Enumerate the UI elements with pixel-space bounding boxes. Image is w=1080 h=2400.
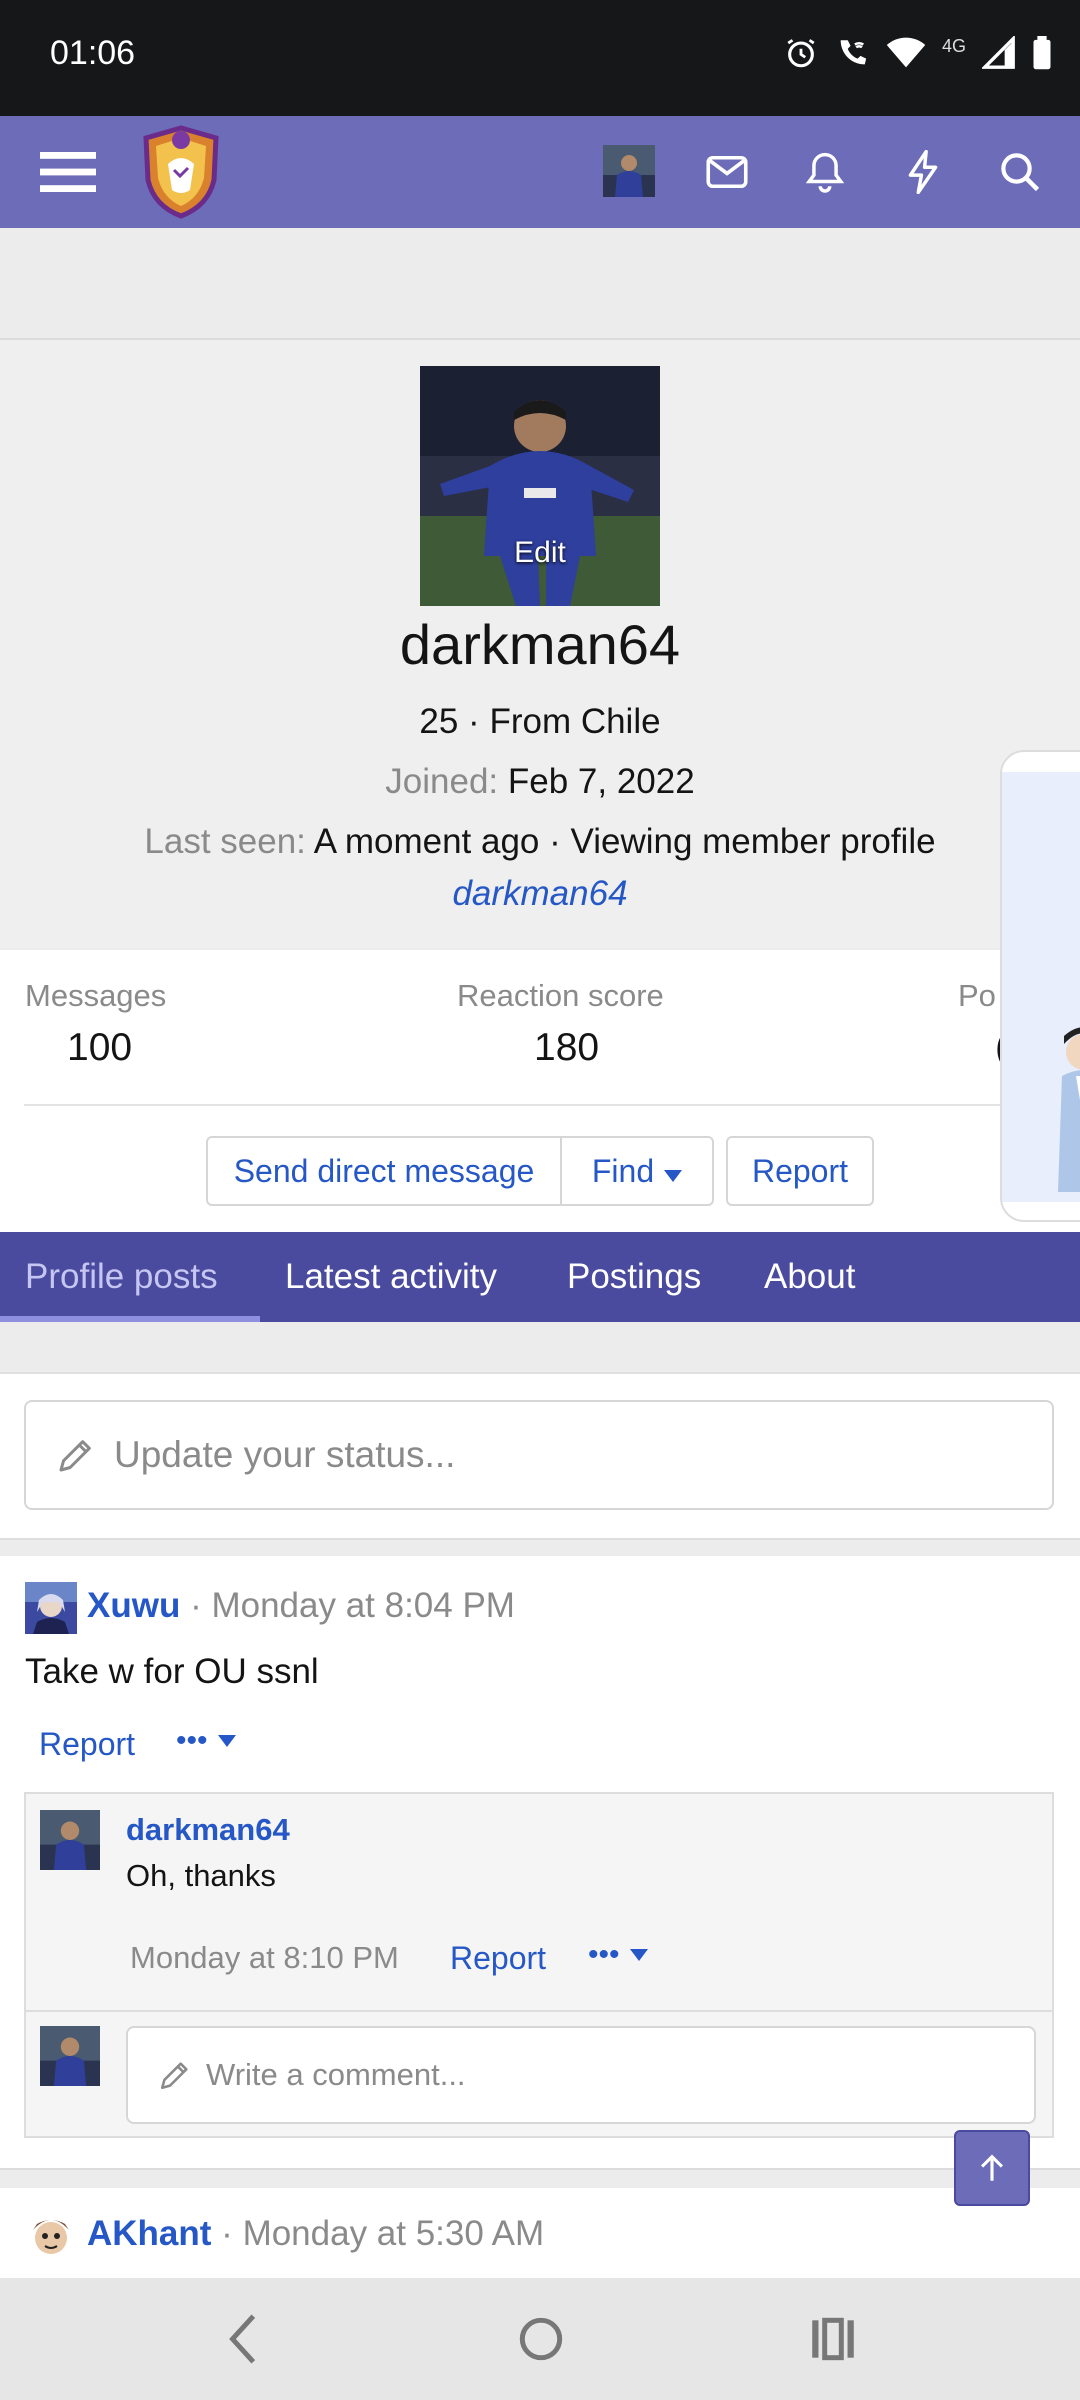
profile-age-location: 25 · From Chile <box>419 702 661 741</box>
home-icon[interactable] <box>516 2312 566 2371</box>
post-time[interactable]: Monday at 5:30 AM <box>243 2214 545 2253</box>
clock: 01:06 <box>50 34 136 72</box>
pencil-icon <box>56 1435 96 1475</box>
avatar-edit-label[interactable]: Edit <box>420 536 660 570</box>
status-bar: 01:06 4G <box>0 0 1080 116</box>
caret-down-icon <box>629 1949 648 1961</box>
stat-label-points: Po <box>958 978 996 1013</box>
profile-last-seen: Last seen: A moment ago · Viewing member… <box>0 822 1080 862</box>
wifi-call-icon <box>834 36 870 70</box>
comment-input[interactable]: Write a comment... <box>126 2026 1036 2124</box>
alarm-icon <box>784 36 818 70</box>
comment-time[interactable]: Monday at 8:10 PM <box>130 1940 399 1976</box>
post-separator: · <box>221 2214 243 2253</box>
comment-input-row: Write a comment... <box>26 2010 1052 2136</box>
status-update-section: Update your status... <box>0 1372 1080 1540</box>
more-dots-icon: ••• <box>588 1938 620 1971</box>
recents-icon[interactable] <box>808 2312 858 2371</box>
active-tab-indicator <box>0 1316 260 1322</box>
comment-author-link[interactable]: darkman64 <box>126 1812 290 1848</box>
system-nav-bar <box>0 2278 1080 2400</box>
back-icon[interactable] <box>220 2312 270 2371</box>
menu-icon[interactable] <box>36 140 100 204</box>
tab-profile-posts[interactable]: Profile posts <box>25 1232 218 1322</box>
post-header: AKhant · Monday at 5:30 AM <box>87 2214 544 2254</box>
status-input[interactable]: Update your status... <box>24 1400 1054 1510</box>
joined-value: Feb 7, 2022 <box>507 762 695 801</box>
search-icon[interactable] <box>988 140 1052 204</box>
comment-more-menu[interactable]: ••• <box>588 1938 648 1972</box>
joined-label: Joined: <box>385 762 499 801</box>
stat-value-messages[interactable]: 100 <box>67 1026 132 1070</box>
more-dots-icon: ••• <box>176 1724 208 1757</box>
profile-stats: Messages 100 Reaction score 180 Po ( Sen… <box>0 950 1080 1232</box>
stat-label-messages: Messages <box>25 978 167 1013</box>
last-seen-value: A moment ago · Viewing member profile <box>313 822 936 861</box>
profile-avatar[interactable] <box>420 366 660 606</box>
caret-down-icon <box>664 1153 683 1190</box>
comment-body: Oh, thanks <box>126 1858 276 1893</box>
profile-joined: Joined: Feb 7, 2022 <box>0 762 1080 802</box>
app-header <box>0 116 1080 228</box>
send-direct-message-button[interactable]: Send direct message <box>206 1136 562 1206</box>
bell-icon[interactable] <box>793 140 857 204</box>
post-author-link[interactable]: AKhant <box>87 2214 211 2253</box>
comment-thread: darkman64 Oh, thanks Monday at 8:10 PM R… <box>24 1792 1054 2138</box>
scroll-to-top-button[interactable] <box>954 2130 1030 2206</box>
wifi-icon <box>886 37 926 69</box>
post-body: Take w for OU ssnl <box>25 1652 319 1691</box>
floating-side-card[interactable] <box>1000 750 1080 1222</box>
network-type: 4G <box>941 35 966 56</box>
post-report-link[interactable]: Report <box>39 1726 135 1763</box>
envelope-icon[interactable] <box>695 140 759 204</box>
profile-header: Edit darkman64 25 · From Chile Joined: F… <box>0 340 1080 948</box>
report-profile-button[interactable]: Report <box>726 1136 874 1206</box>
tab-postings[interactable]: Postings <box>567 1232 701 1322</box>
profile-username: darkman64 <box>399 613 681 676</box>
post-separator: · <box>190 1586 212 1625</box>
stat-value-reaction-score[interactable]: 180 <box>534 1026 599 1070</box>
stats-divider <box>24 1104 1014 1106</box>
caret-down-icon <box>217 1735 236 1747</box>
post-header: Xuwu · Monday at 8:04 PM <box>87 1586 515 1626</box>
profile-post: AKhant · Monday at 5:30 AM <box>0 2188 1080 2278</box>
post-time[interactable]: Monday at 8:04 PM <box>211 1586 515 1625</box>
signal-icon <box>982 36 1016 70</box>
post-more-menu[interactable]: ••• <box>176 1724 236 1758</box>
status-placeholder: Update your status... <box>114 1434 456 1475</box>
arrow-up-icon <box>980 2154 1004 2181</box>
profile-tabs: Profile posts Latest activity Postings A… <box>0 1232 1080 1322</box>
battery-icon <box>1032 36 1052 70</box>
find-button[interactable]: Find <box>560 1136 714 1206</box>
spacer <box>0 228 1080 340</box>
profile-post: Xuwu · Monday at 8:04 PM Take w for OU s… <box>0 1556 1080 2170</box>
user-avatar[interactable] <box>603 145 655 197</box>
post-author-link[interactable]: Xuwu <box>87 1586 180 1625</box>
status-icons: 4G <box>784 36 1052 70</box>
poster-avatar[interactable] <box>25 1582 77 1634</box>
bolt-icon[interactable] <box>891 140 955 204</box>
tab-latest-activity[interactable]: Latest activity <box>285 1232 497 1322</box>
last-seen-profile-link[interactable]: darkman64 <box>0 874 1080 914</box>
pencil-icon <box>158 2058 192 2092</box>
comment-placeholder: Write a comment... <box>206 2057 466 2092</box>
site-logo[interactable] <box>138 124 224 220</box>
last-seen-label: Last seen: <box>144 822 306 861</box>
find-label: Find <box>591 1152 655 1189</box>
poster-avatar[interactable] <box>25 2210 77 2262</box>
tab-about[interactable]: About <box>764 1232 855 1322</box>
stat-label-reaction-score: Reaction score <box>457 978 664 1013</box>
commenter-avatar[interactable] <box>40 1810 100 1870</box>
comment-report-link[interactable]: Report <box>450 1940 546 1977</box>
